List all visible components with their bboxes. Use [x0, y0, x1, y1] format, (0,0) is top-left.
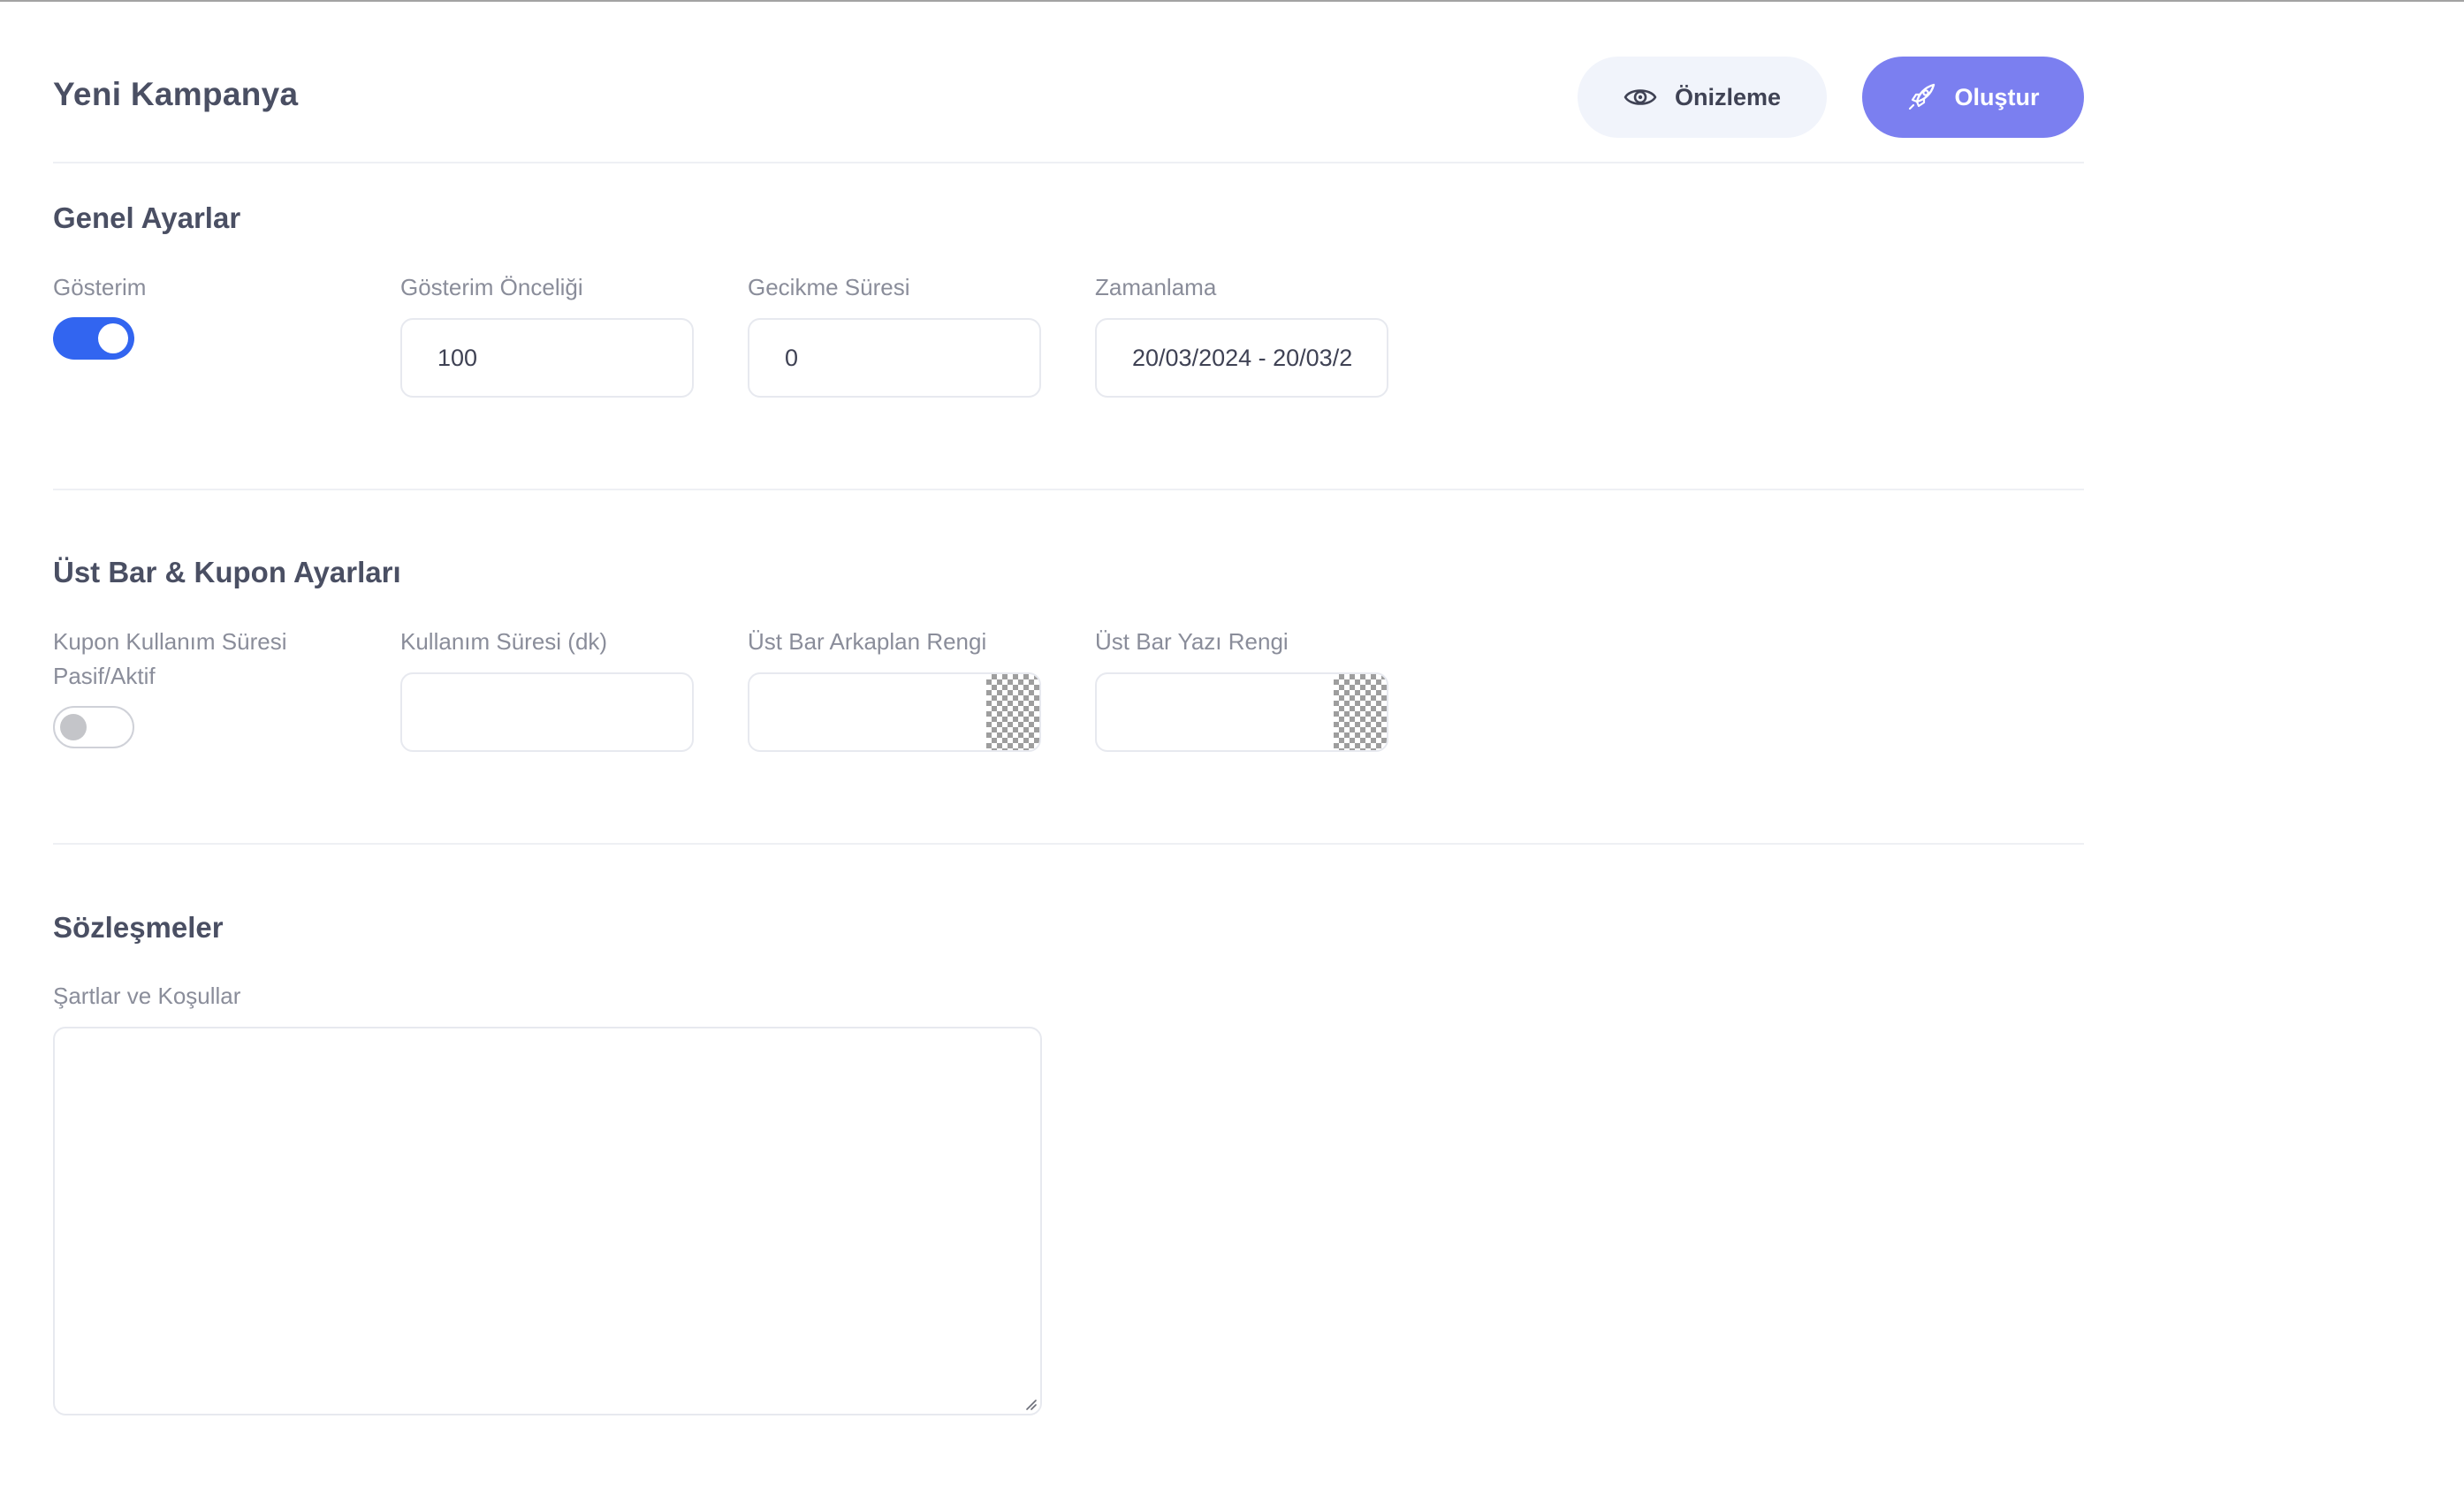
eye-icon	[1624, 89, 1657, 105]
coupon-toggle-label-line2: Pasif/Aktif	[53, 663, 156, 689]
bar-text-color-input[interactable]	[1095, 672, 1388, 752]
preview-button[interactable]: Önizleme	[1578, 57, 1827, 138]
bar-bg-color-label: Üst Bar Arkaplan Rengi	[748, 628, 987, 655]
delay-label: Gecikme Süresi	[748, 274, 910, 300]
delay-value: 0	[785, 345, 799, 371]
coupon-toggle[interactable]	[53, 706, 134, 748]
usage-duration-label: Kullanım Süresi (dk)	[400, 628, 608, 655]
priority-label: Gösterim Önceliği	[400, 274, 583, 300]
create-button-label: Oluştur	[1954, 83, 2040, 110]
toggle-knob	[60, 714, 87, 740]
general-settings-title: Genel Ayarlar	[53, 201, 241, 234]
usage-duration-input[interactable]	[400, 672, 694, 752]
schedule-input[interactable]: 20/03/2024 - 20/03/2024	[1095, 318, 1388, 398]
resize-grip-icon[interactable]	[1023, 1396, 1037, 1410]
schedule-label: Zamanlama	[1095, 274, 1217, 300]
bar-text-color-label: Üst Bar Yazı Rengi	[1095, 628, 1289, 655]
section-divider	[53, 489, 2084, 490]
color-swatch[interactable]	[1334, 674, 1387, 750]
campaign-form-page: Yeni Kampanya Önizleme Oluştur Genel Aya…	[53, 0, 2084, 1495]
priority-value: 100	[437, 345, 478, 371]
page-header: Yeni Kampanya Önizleme Oluştur	[53, 57, 2084, 138]
header-divider	[53, 162, 2084, 163]
color-swatch[interactable]	[986, 674, 1039, 750]
agreements-title: Sözleşmeler	[53, 911, 224, 944]
page-title: Yeni Kampanya	[53, 76, 299, 112]
terms-label: Şartlar ve Koşullar	[53, 983, 241, 1009]
section-divider	[53, 843, 2084, 845]
bar-bg-color-input[interactable]	[748, 672, 1041, 752]
priority-input[interactable]: 100	[400, 318, 694, 398]
create-button[interactable]: Oluştur	[1862, 57, 2084, 138]
toggle-knob	[98, 323, 128, 353]
display-toggle[interactable]	[53, 317, 134, 360]
terms-textarea[interactable]	[53, 1027, 1042, 1415]
delay-input[interactable]: 0	[748, 318, 1041, 398]
schedule-value: 20/03/2024 - 20/03/2024	[1132, 345, 1353, 371]
rocket-icon	[1909, 83, 1935, 110]
coupon-toggle-label-line1: Kupon Kullanım Süresi	[53, 628, 287, 655]
preview-button-label: Önizleme	[1674, 83, 1782, 110]
coupon-toggle-label: Kupon Kullanım Süresi Pasif/Aktif	[53, 625, 286, 694]
topbar-settings-title: Üst Bar & Kupon Ayarları	[53, 556, 401, 588]
display-label: Gösterim	[53, 274, 147, 300]
